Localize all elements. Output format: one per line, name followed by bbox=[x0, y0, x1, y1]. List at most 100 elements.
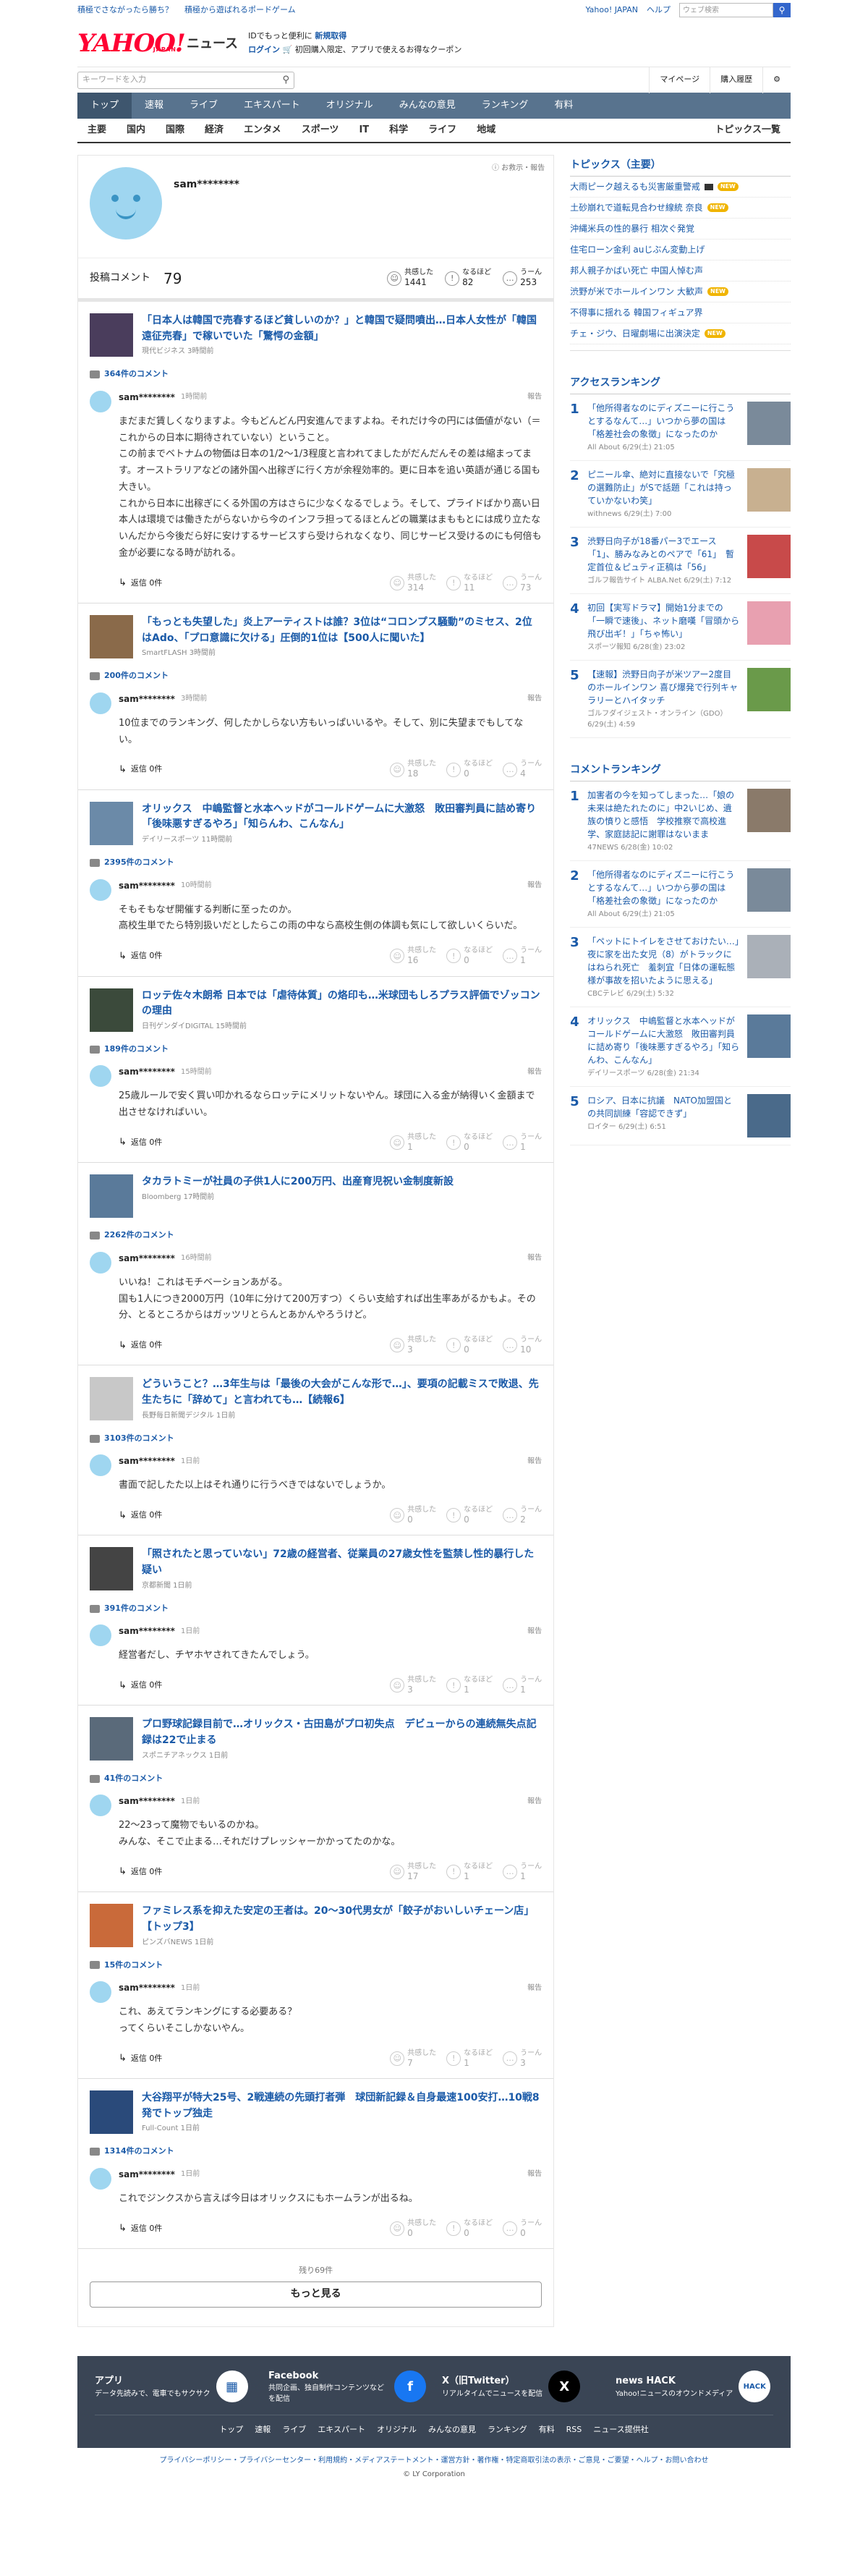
article-thumbnail[interactable] bbox=[90, 2090, 133, 2135]
reply-button[interactable]: ↳ 返信 0件 bbox=[119, 949, 162, 964]
report-link[interactable]: 報告 bbox=[527, 1626, 542, 1637]
web-search-icon[interactable]: ⚲ bbox=[773, 3, 791, 17]
article-title[interactable]: オリックス 中嶋監督と水本ヘッドがコールドゲームに大激怒 敗田審判員に詰め寄り「… bbox=[142, 802, 542, 833]
topic-item[interactable]: 沖縄米兵の性的暴行 相次ぐ発覚 bbox=[570, 219, 791, 240]
comment-count-link[interactable]: 200件のコメント bbox=[90, 670, 542, 682]
naruhodo-button[interactable]: ! なるほど 0 bbox=[446, 946, 493, 965]
agree-button[interactable]: ☺ 共感した 0 bbox=[390, 2219, 436, 2238]
rank-title[interactable]: ピニール傘、絶対に直接ないで「究極の選難防止」がSで話題「これは持っていかないわ… bbox=[587, 468, 740, 507]
footer-facebook[interactable]: Facebook 共同企画、独自制作コンテンツなどを配信 f bbox=[268, 2369, 426, 2405]
article-thumbnail[interactable] bbox=[90, 988, 133, 1032]
policy-links[interactable]: プライバシーポリシー・プライバシーセンター・利用規約・メディアステートメント・運… bbox=[0, 2455, 868, 2466]
topic-item[interactable]: チェ・ジウ、日曜劇場に出演決定 NEW bbox=[570, 323, 791, 344]
rank-thumbnail[interactable] bbox=[747, 601, 791, 645]
agree-button[interactable]: ☺ 共感した 17 bbox=[390, 1863, 436, 1881]
naruhodo-button[interactable]: ! なるほど 0 bbox=[446, 1336, 493, 1355]
article-link[interactable]: オリックス 中嶋監督と水本ヘッドがコールドゲームに大激怒 敗田審判員に詰め寄り「… bbox=[90, 801, 542, 845]
gnav-ranking[interactable]: ランキング bbox=[469, 93, 542, 119]
article-title[interactable]: どういうこと？…3年生与は「最後の大会がこんな形で…」、要項の記載ミスで敗退、先… bbox=[142, 1377, 542, 1408]
uun-button[interactable]: … うーん 1 bbox=[503, 1863, 542, 1881]
load-more-button[interactable]: もっと見る bbox=[90, 2281, 542, 2308]
cat-domestic[interactable]: 国内 bbox=[116, 123, 156, 137]
article-thumbnail[interactable] bbox=[90, 1717, 133, 1761]
rank-title[interactable]: 【速報】渋野日向子が米ツアー2度目のホールインワン 喜び爆発で行列キャラリーとハ… bbox=[587, 668, 740, 707]
rank-title[interactable]: 初回【実写ドラマ】開始1分までの「一瞬で速後」、ネット磨嘆「冒頭から飛び出ギ！」… bbox=[587, 601, 740, 640]
rank-title[interactable]: 「他所得者なのにディズニーに行こうとするなんて…」いつから夢の国は「格差社会の象… bbox=[587, 868, 740, 907]
login-link[interactable]: ログイン bbox=[248, 45, 280, 54]
footer-x[interactable]: X（旧Twitter） リアルタイムでニュースを配信 X bbox=[442, 2369, 600, 2405]
topic-item[interactable]: 邦人親子かばい死亡 中国人悼む声 bbox=[570, 260, 791, 281]
rank-thumbnail[interactable] bbox=[747, 535, 791, 578]
gnav-expert[interactable]: エキスパート bbox=[231, 93, 313, 119]
article-link[interactable]: ロッテ佐々木朗希 日本では「虐待体質」の烙印も…米球団もしろプラス評価でゾッコン… bbox=[90, 988, 542, 1032]
article-thumbnail[interactable] bbox=[90, 1904, 133, 1948]
rank-thumbnail[interactable] bbox=[747, 868, 791, 912]
article-thumbnail[interactable] bbox=[90, 1377, 133, 1421]
topic-title[interactable]: 住宅ローン金利 auじぶん変動上げ bbox=[570, 243, 705, 256]
report-link[interactable]: 報告 bbox=[527, 1796, 542, 1807]
article-title[interactable]: 「もっとも失望した」炎上アーティストは誰？3位は“コロンプス騒動”のミセス、2位… bbox=[142, 615, 542, 646]
topic-title[interactable]: 沖縄米兵の性的暴行 相次ぐ発覚 bbox=[570, 222, 694, 235]
uun-button[interactable]: … うーん 1 bbox=[503, 1676, 542, 1695]
comment-count-link[interactable]: 15件のコメント bbox=[90, 1959, 542, 1972]
topic-title[interactable]: チェ・ジウ、日曜劇場に出演決定 bbox=[570, 327, 700, 340]
gnav-opinions[interactable]: みんなの意見 bbox=[386, 93, 469, 119]
report-link[interactable]: 報告 bbox=[527, 2169, 542, 2179]
naruhodo-button[interactable]: ! なるほど 1 bbox=[446, 2049, 493, 2068]
rank-thumbnail[interactable] bbox=[747, 935, 791, 978]
naruhodo-button[interactable]: ! なるほど 0 bbox=[446, 1506, 493, 1525]
article-title[interactable]: タカラトミーが社員の子供1人に200万円、出産育児祝い金制度新設 bbox=[142, 1174, 454, 1190]
footer-link[interactable]: 速報 bbox=[255, 2424, 271, 2436]
topic-item[interactable]: 土砂崩れで道転見合わせ線統 奈良 NEW bbox=[570, 198, 791, 219]
report-link[interactable]: 報告 bbox=[527, 880, 542, 891]
topic-title[interactable]: 不得事に揺れる 韓国フィギュア界 bbox=[570, 306, 702, 319]
cat-it[interactable]: IT bbox=[349, 123, 379, 137]
comment-count-link[interactable]: 189件のコメント bbox=[90, 1043, 542, 1056]
article-title[interactable]: 「日本人は韓国で売春するほど貧しいのか？」と韓国で疑問噴出…日本人女性が「韓国遠… bbox=[142, 313, 542, 344]
uun-button[interactable]: … うーん 1 bbox=[503, 1133, 542, 1152]
cat-local[interactable]: 地域 bbox=[467, 123, 506, 137]
report-link[interactable]: 報告 bbox=[527, 693, 542, 704]
naruhodo-button[interactable]: ! なるほど 11 bbox=[446, 574, 493, 593]
rank-title[interactable]: ロシア、日本に抗議 NATO加盟国との共同訓練「容認できず」 bbox=[587, 1094, 740, 1120]
footer-link[interactable]: ライブ bbox=[282, 2424, 306, 2436]
reply-button[interactable]: ↳ 返信 0件 bbox=[119, 1679, 162, 1693]
comment-count-link[interactable]: 41件のコメント bbox=[90, 1773, 542, 1785]
naruhodo-button[interactable]: ! なるほど 0 bbox=[446, 2219, 493, 2238]
gear-icon[interactable]: ⚙ bbox=[762, 67, 791, 93]
ranking-item[interactable]: 2 ピニール傘、絶対に直接ないで「究極の選難防止」がSで話題「これは持っていかない… bbox=[570, 461, 791, 528]
footer-link[interactable]: みんなの意見 bbox=[428, 2424, 476, 2436]
article-title[interactable]: ロッテ佐々木朗希 日本では「虐待体質」の烙印も…米球団もしろプラス評価でゾッコン… bbox=[142, 988, 542, 1020]
promo-link-2[interactable]: 積極から遊ばれるポードゲーム bbox=[184, 4, 296, 17]
report-link[interactable]: 報告 bbox=[527, 391, 542, 402]
reply-button[interactable]: ↳ 返信 0件 bbox=[119, 1339, 162, 1353]
agree-button[interactable]: ☺ 共感した 7 bbox=[390, 2049, 436, 2068]
topic-title[interactable]: 大雨ピーク越えるも災害厳重警戒 bbox=[570, 180, 700, 193]
ranking-item[interactable]: 2 「他所得者なのにディズニーに行こうとするなんて…」いつから夢の国は「格差社会の… bbox=[570, 861, 791, 928]
gnav-top[interactable]: トップ bbox=[77, 93, 132, 119]
yahoo-japan-link[interactable]: Yahoo! JAPAN bbox=[585, 4, 638, 17]
mypage-link[interactable]: マイページ bbox=[649, 67, 710, 93]
help-link[interactable]: ヘルプ bbox=[647, 4, 671, 17]
uun-button[interactable]: … うーん 10 bbox=[503, 1336, 542, 1355]
uun-button[interactable]: … うーん 1 bbox=[503, 946, 542, 965]
uun-button[interactable]: … うーん 4 bbox=[503, 760, 542, 779]
reply-button[interactable]: ↳ 返信 0件 bbox=[119, 763, 162, 777]
purchase-history-link[interactable]: 購入履歴 bbox=[710, 67, 762, 93]
agree-button[interactable]: ☺ 共感した 1 bbox=[390, 1133, 436, 1152]
footer-link[interactable]: ニュース提供社 bbox=[593, 2424, 648, 2436]
coupon-promo[interactable]: 初回購入限定、アプリで使えるお得なクーポン bbox=[295, 45, 462, 54]
topics-list-link[interactable]: トピックス一覧 bbox=[705, 123, 791, 137]
footer-link[interactable]: 有料 bbox=[539, 2424, 555, 2436]
article-link[interactable]: どういうこと？…3年生与は「最後の大会がこんな形で…」、要項の記載ミスで敗退、先… bbox=[90, 1377, 542, 1421]
report-link[interactable]: 報告 bbox=[527, 1456, 542, 1467]
gnav-live[interactable]: ライブ bbox=[176, 93, 231, 119]
article-link[interactable]: タカラトミーが社員の子供1人に200万円、出産育児祝い金制度新設 Bloomber… bbox=[90, 1174, 542, 1219]
article-title[interactable]: プロ野球記録目前で…オリックス・古田島がプロ初失点 デビューからの連続無失点記録… bbox=[142, 1717, 542, 1748]
agree-button[interactable]: ☺ 共感した 18 bbox=[390, 760, 436, 779]
ranking-item[interactable]: 3 「ペットにトイレをさせておけたい…」夜に家を出た女児（8）がトラックにはねられ… bbox=[570, 928, 791, 1007]
ranking-item[interactable]: 1 加害者の今を知ってしまった…「娘の未来は絶たれたのに」中2いじめ、遺族の憤りと… bbox=[570, 781, 791, 861]
profile-report-link[interactable]: ⓘ お救示・報告 bbox=[492, 163, 545, 174]
topic-title[interactable]: 土砂崩れで道転見合わせ線統 奈良 bbox=[570, 201, 702, 214]
cat-sports[interactable]: スポーツ bbox=[292, 123, 349, 137]
